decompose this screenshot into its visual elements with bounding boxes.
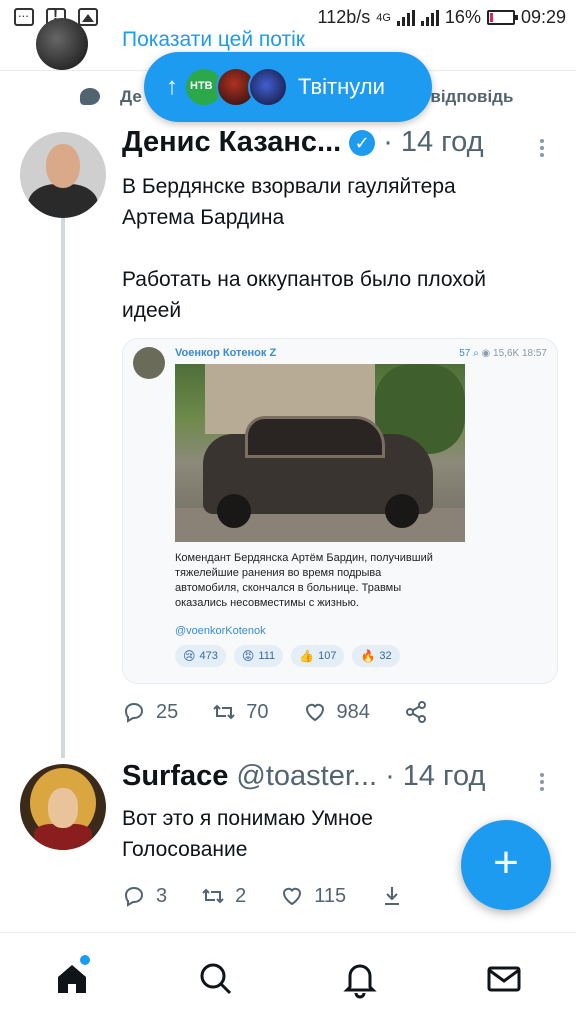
clock: 09:29 [520,7,566,27]
avatar [248,67,288,107]
signal-icon-2 [420,9,439,26]
nav-home[interactable] [52,955,92,999]
reply-context-right: ) відповідь [420,86,514,106]
author-name[interactable]: Денис Казанс... [122,126,341,159]
home-icon [58,965,86,993]
tweet-text: В Бердянске взорвали гауляйтера Артема Б… [122,175,486,322]
like-button[interactable]: 115 [280,884,346,908]
author-handle[interactable]: @toaster... [236,760,377,793]
avatar[interactable] [20,764,106,850]
reaction-angry: 😡 111 [233,645,284,667]
post-text: Комендант Бердянска Артём Бардин, получи… [175,552,433,609]
comment-icon: ⌕ [473,348,479,359]
like-count: 984 [336,700,370,723]
reactions: 😢 473 😡 111 👍 107 🔥 32 [175,645,400,667]
reaction-cry: 😢 473 [175,645,226,667]
battery-percent: 16% [444,7,481,27]
avatar[interactable] [36,18,88,70]
reply-button[interactable]: 25 [122,700,178,724]
retweet-button[interactable]: 2 [201,884,246,908]
reply-context-left: Де [120,86,142,106]
comment-count: 57 [459,348,471,359]
reply-button[interactable]: 3 [122,884,167,908]
retweet-icon [213,704,235,720]
retweet-icon [202,888,224,904]
mail-icon [487,966,521,992]
share-icon [385,887,400,905]
share-button[interactable] [380,884,414,908]
nav-search[interactable] [196,959,236,999]
nav-notifications[interactable] [340,959,380,999]
tweet-time[interactable]: 14 год [403,760,486,793]
like-button[interactable]: 984 [303,700,370,724]
tweet-text: Вот это я понимаю Умное Голосование [122,807,373,861]
comment-icon [80,88,100,105]
retweet-count: 2 [235,884,247,907]
reply-count: 3 [156,884,168,907]
show-thread-link[interactable]: Показати цей потік [122,28,305,52]
more-options-icon[interactable] [540,770,546,794]
tweet-actions: 3 2 115 [122,884,448,908]
search-icon [200,963,232,995]
message-icon [14,5,34,26]
new-tweets-label: Твітнули [298,74,385,99]
view-count: 15,6K [493,348,520,359]
tweet-actions: 25 70 984 [122,700,472,724]
new-tweets-pill[interactable]: ↑ Твітнули [144,52,432,122]
heart-icon [305,703,324,722]
new-content-indicator [80,955,90,965]
network-type: 4G [376,11,391,24]
burned-car-photo [175,364,465,542]
tweet-media-card[interactable]: Voенкор Котенок Z 57 ⌕ ◉ 15,6K 18:57 Ком… [122,338,558,684]
tweet-header: Surface @toaster... · 14 год [122,760,486,793]
avatar [133,347,165,379]
thread-line [61,218,65,758]
image-icon [78,8,98,26]
reply-count: 25 [156,700,179,723]
reaction-fire: 🔥 32 [352,645,400,667]
reaction-thumbs-up: 👍 107 [291,645,345,667]
channel-name: Voенкор Котенок Z [175,347,277,359]
share-button[interactable] [404,700,438,724]
reply-icon [124,886,144,907]
tweet-time[interactable]: 14 год [401,126,484,159]
reply-context: Де ) відповідь [80,87,513,106]
arrow-up-icon: ↑ [166,73,178,100]
share-icon [405,701,426,723]
reply-icon [124,702,144,723]
compose-tweet-button[interactable]: + [461,820,551,910]
nav-messages[interactable] [484,959,524,999]
pill-avatars [184,67,292,107]
network-speed: 112b/s [317,7,371,27]
more-options-icon[interactable] [540,136,546,160]
like-count: 115 [314,884,347,907]
tweet-header: Денис Казанс... ✓ · 14 год [122,126,484,159]
signal-icon [396,9,415,26]
retweet-button[interactable]: 70 [212,700,269,724]
battery-icon [486,10,518,25]
post-meta: 57 ⌕ ◉ 15,6K 18:57 [459,348,547,359]
retweet-count: 70 [246,700,269,723]
channel-link: @voenkorKotenok [175,625,266,637]
avatar[interactable] [20,132,106,218]
bell-icon [343,964,377,999]
heart-icon [283,887,302,906]
verified-badge-icon: ✓ [349,129,376,156]
author-name[interactable]: Surface [122,760,228,793]
eye-icon: ◉ [481,348,491,359]
bottom-nav [0,932,576,1025]
post-time: 18:57 [521,348,547,359]
